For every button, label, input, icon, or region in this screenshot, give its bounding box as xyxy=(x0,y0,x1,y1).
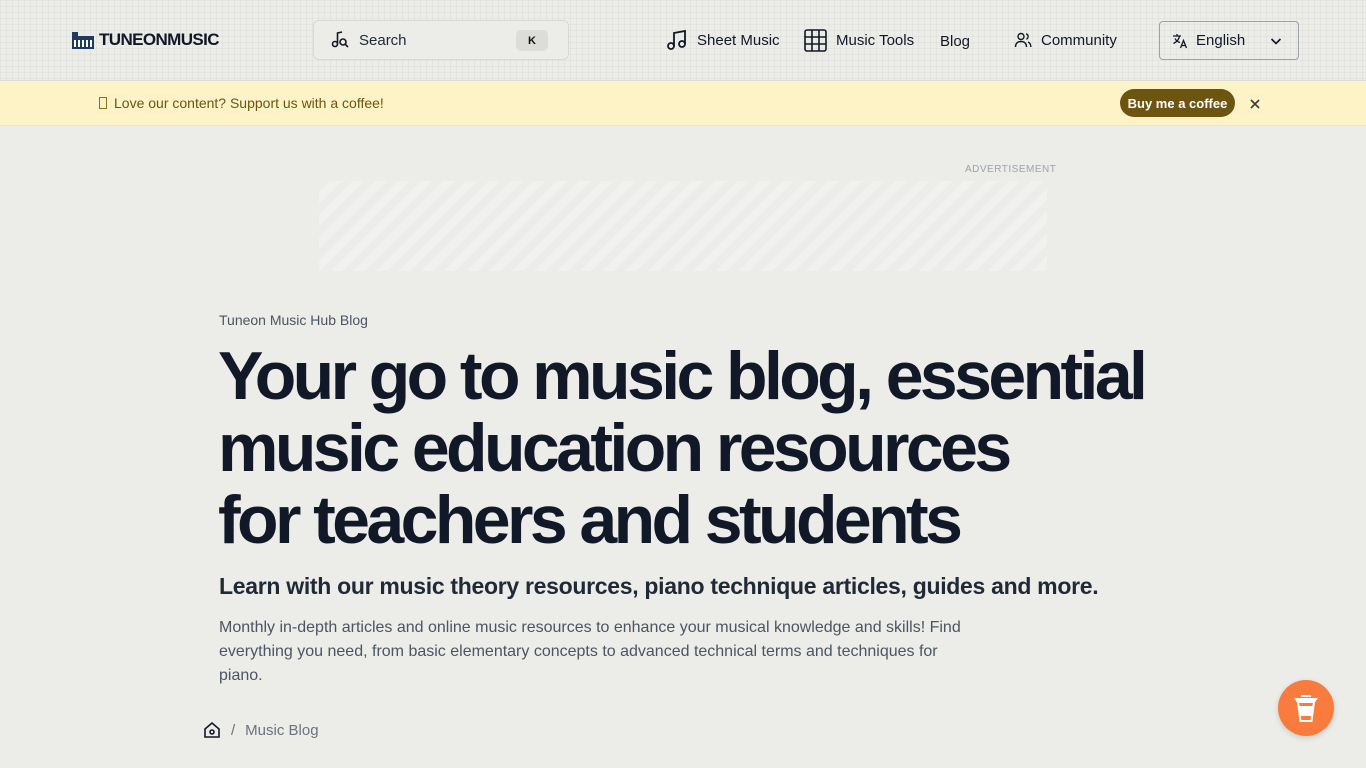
page-title: Your go to music blog, essential music e… xyxy=(218,340,1158,556)
music-note-icon xyxy=(667,29,686,50)
piano-logo-icon xyxy=(72,32,94,49)
buy-coffee-button[interactable]: Buy me a coffee xyxy=(1120,89,1235,117)
site-logo[interactable]: TUNEONMUSIC xyxy=(71,29,220,51)
home-icon[interactable] xyxy=(203,721,221,739)
close-icon[interactable] xyxy=(1247,96,1263,112)
page-description: Monthly in-depth articles and online mus… xyxy=(219,616,979,688)
coffee-emoji-icon xyxy=(99,97,107,109)
grid-icon xyxy=(804,28,827,52)
breadcrumb-separator: / xyxy=(231,721,236,739)
chevron-down-icon xyxy=(1270,38,1282,45)
nav-music-tools[interactable]: Music Tools xyxy=(804,28,914,52)
site-header: TUNEONMUSIC Search K Sheet Music Music T… xyxy=(0,0,1366,81)
search-shortcut-key: K xyxy=(516,30,548,51)
search-label: Search xyxy=(359,31,407,49)
banner-text: Love our content? Support us with a coff… xyxy=(114,95,384,111)
users-icon xyxy=(1014,32,1032,48)
description-line-1: Monthly in-depth articles and online mus… xyxy=(219,619,961,636)
nav-community-label: Community xyxy=(1041,31,1117,49)
language-value: English xyxy=(1196,32,1246,49)
description-line-2: everything you need, from basic elementa… xyxy=(219,643,938,684)
nav-blog[interactable]: Blog xyxy=(940,29,970,53)
nav-sheet-music-label: Sheet Music xyxy=(697,31,780,49)
page-title-line-1: Your go to music blog, essential xyxy=(218,338,1148,414)
page-title-line-2: music education resources xyxy=(218,410,1012,486)
language-select[interactable]: English xyxy=(1159,21,1299,60)
page-title-line-3: for teachers and students xyxy=(218,482,963,558)
coffee-cup-icon xyxy=(1294,695,1318,722)
breadcrumb: / Music Blog xyxy=(203,720,319,740)
ad-slot xyxy=(319,181,1047,271)
nav-music-tools-label: Music Tools xyxy=(836,31,915,49)
search-box[interactable]: Search K xyxy=(313,20,569,60)
nav-community[interactable]: Community xyxy=(1014,28,1117,52)
logo-text: TUNEONMUSIC xyxy=(99,30,220,49)
breadcrumb-current[interactable]: Music Blog xyxy=(245,722,318,739)
music-search-icon xyxy=(331,31,349,48)
buy-me-coffee-fab[interactable] xyxy=(1278,680,1334,736)
page-subtitle: Learn with our music theory resources, p… xyxy=(219,573,1099,599)
ad-label: ADVERTISEMENT xyxy=(965,164,1057,175)
translate-icon xyxy=(1173,33,1188,48)
nav-sheet-music[interactable]: Sheet Music xyxy=(666,28,780,52)
page-eyebrow: Tuneon Music Hub Blog xyxy=(219,312,368,328)
banner-message: Love our content? Support us with a coff… xyxy=(99,95,384,111)
